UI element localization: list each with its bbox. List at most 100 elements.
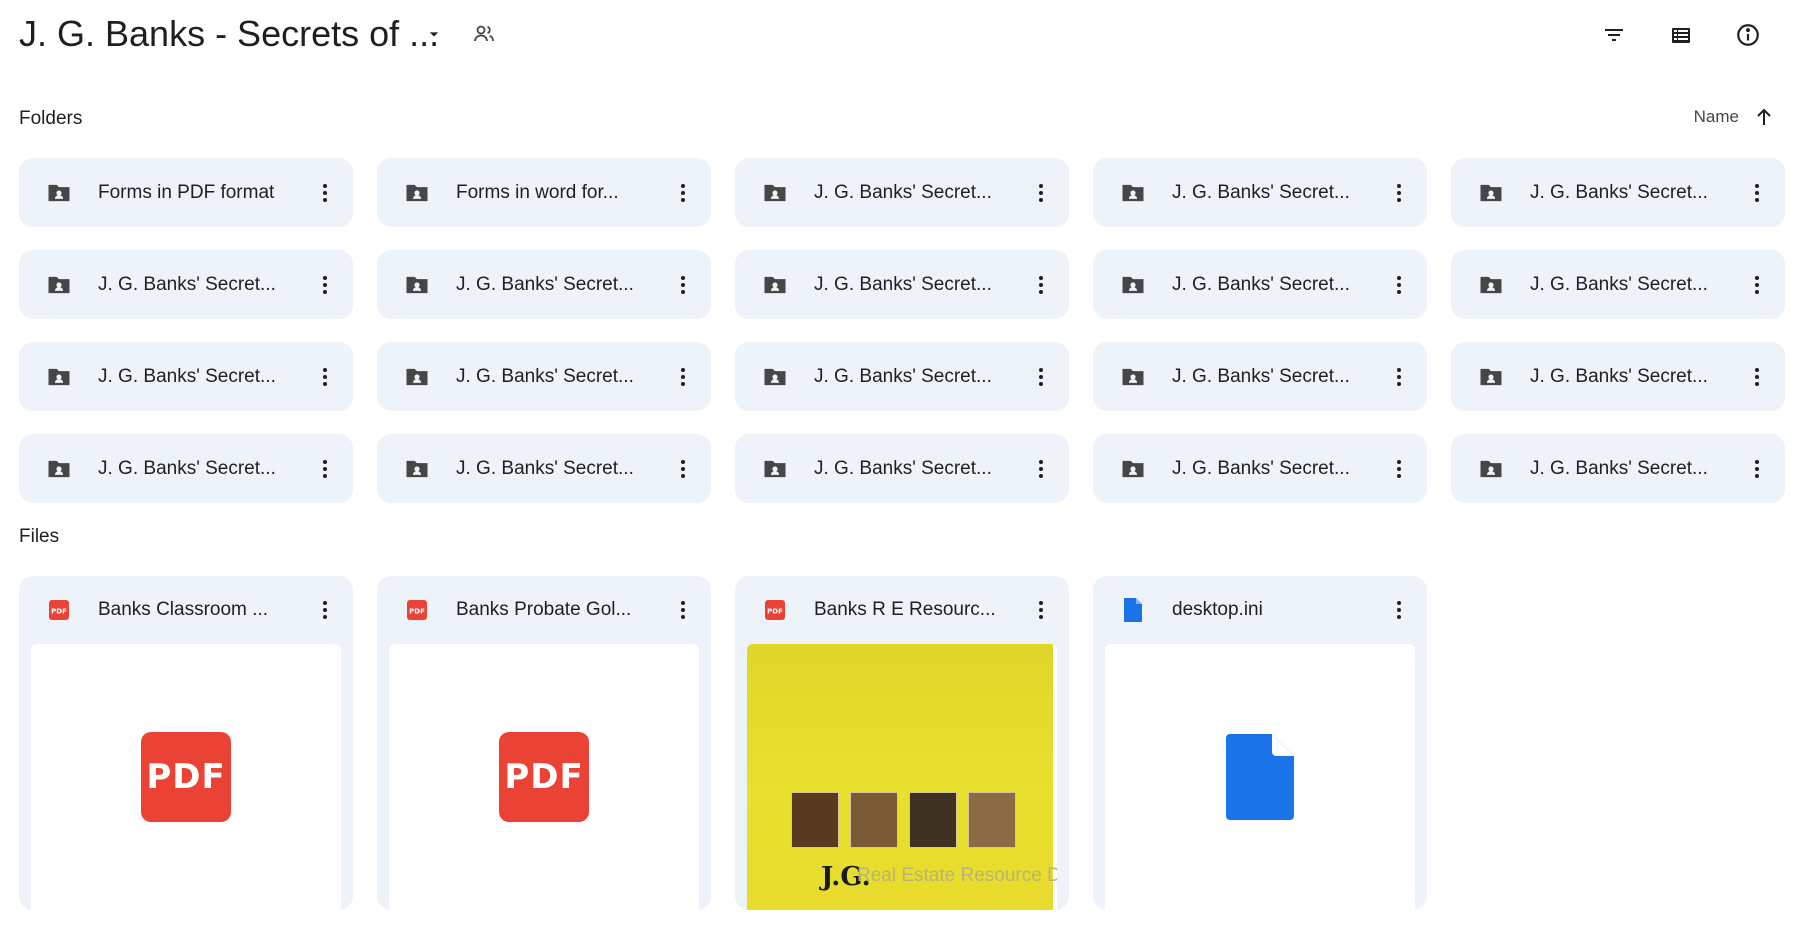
more-actions-button[interactable] [305, 173, 345, 213]
folder-card[interactable]: J. G. Banks' Secret... [19, 434, 353, 503]
list-view-button[interactable] [1660, 14, 1702, 56]
folder-title[interactable]: J. G. Banks - Secrets of ... [19, 12, 439, 56]
more-actions-button[interactable] [1021, 449, 1061, 489]
folder-card[interactable]: J. G. Banks' Secret... [1093, 434, 1427, 503]
shared-folder-icon [1118, 178, 1148, 208]
sort-direction-button[interactable] [1747, 100, 1781, 134]
more-actions-button[interactable] [1737, 449, 1777, 489]
folder-card[interactable]: J. G. Banks' Secret... [1093, 342, 1427, 411]
shared-folder-icon [1476, 454, 1506, 484]
pdf-preview-icon: PDF [499, 732, 589, 822]
people-icon [474, 25, 494, 42]
more-actions-button[interactable] [663, 449, 703, 489]
shared-folder-icon [760, 178, 790, 208]
more-actions-button[interactable] [663, 265, 703, 305]
file-preview[interactable]: J.G.Real Estate Resource Directory [747, 644, 1057, 910]
folder-name: J. G. Banks' Secret... [1530, 181, 1708, 203]
folder-card[interactable]: J. G. Banks' Secret... [1093, 250, 1427, 319]
folder-card[interactable]: J. G. Banks' Secret... [735, 250, 1069, 319]
file-card[interactable]: PDF Banks Probate Gol... PDF [377, 576, 711, 910]
folder-card[interactable]: Forms in PDF format [19, 158, 353, 227]
file-name: Banks Classroom ... [98, 599, 268, 620]
more-actions-button[interactable] [663, 357, 703, 397]
more-vert-icon [1755, 275, 1759, 294]
folders-section-label: Folders [19, 108, 83, 129]
folder-card[interactable]: J. G. Banks' Secret... [19, 342, 353, 411]
file-preview[interactable]: PDF [31, 644, 341, 910]
pdf-icon: PDF [402, 595, 432, 625]
folder-card[interactable]: J. G. Banks' Secret... [735, 342, 1069, 411]
folder-name: J. G. Banks' Secret... [456, 273, 634, 295]
sort-button[interactable]: Name [1694, 100, 1781, 134]
details-button[interactable] [1727, 14, 1769, 56]
folder-card[interactable]: J. G. Banks' Secret... [377, 342, 711, 411]
svg-text:PDF: PDF [767, 608, 783, 616]
file-grid: PDF Banks Classroom ... PDF PDF Banks Pr… [19, 576, 1784, 910]
more-actions-button[interactable] [305, 357, 345, 397]
folder-card[interactable]: J. G. Banks' Secret... [377, 434, 711, 503]
folder-card[interactable]: J. G. Banks' Secret... [1093, 158, 1427, 227]
file-card[interactable]: desktop.ini [1093, 576, 1427, 910]
shared-folder-icon [1118, 362, 1148, 392]
folder-card[interactable]: J. G. Banks' Secret... [377, 250, 711, 319]
file-preview[interactable] [1105, 644, 1415, 910]
folder-card[interactable]: J. G. Banks' Secret... [1451, 250, 1785, 319]
svg-text:PDF: PDF [51, 608, 67, 616]
folder-card[interactable]: J. G. Banks' Secret... [735, 158, 1069, 227]
shared-folder-icon [1118, 270, 1148, 300]
folder-dropdown-button[interactable] [416, 16, 452, 52]
shared-folder-icon [44, 270, 74, 300]
filter-button[interactable] [1593, 14, 1635, 56]
more-actions-button[interactable] [1379, 357, 1419, 397]
more-actions-button[interactable] [1737, 265, 1777, 305]
folder-name: Forms in PDF format [98, 181, 275, 203]
pdf-icon: PDF [44, 595, 74, 625]
more-actions-button[interactable] [1021, 173, 1061, 213]
more-actions-button[interactable] [663, 590, 703, 630]
more-actions-button[interactable] [1379, 590, 1419, 630]
more-vert-icon [1039, 459, 1043, 478]
folder-name: J. G. Banks' Secret... [1530, 273, 1708, 295]
more-actions-button[interactable] [1021, 265, 1061, 305]
file-card-header: PDF Banks Probate Gol... [377, 576, 711, 644]
folder-name: J. G. Banks' Secret... [1172, 365, 1350, 387]
folder-card[interactable]: J. G. Banks' Secret... [19, 250, 353, 319]
more-vert-icon [1039, 601, 1043, 619]
more-actions-button[interactable] [1379, 265, 1419, 305]
file-card[interactable]: PDF Banks Classroom ... PDF [19, 576, 353, 910]
more-vert-icon [1039, 367, 1043, 386]
more-actions-button[interactable] [1379, 449, 1419, 489]
more-actions-button[interactable] [1737, 357, 1777, 397]
more-actions-button[interactable] [1021, 357, 1061, 397]
folder-name: J. G. Banks' Secret... [98, 273, 276, 295]
shared-folder-icon [402, 362, 432, 392]
more-vert-icon [323, 367, 327, 386]
more-vert-icon [681, 275, 685, 294]
thumbnail-photo [909, 792, 957, 848]
more-vert-icon [1755, 367, 1759, 386]
folder-card[interactable]: J. G. Banks' Secret... [1451, 342, 1785, 411]
folder-card[interactable]: Forms in word for... [377, 158, 711, 227]
more-actions-button[interactable] [305, 449, 345, 489]
more-actions-button[interactable] [663, 173, 703, 213]
folder-card[interactable]: J. G. Banks' Secret... [1451, 434, 1785, 503]
more-actions-button[interactable] [1021, 590, 1061, 630]
more-actions-button[interactable] [1737, 173, 1777, 213]
file-card-header: PDF Banks Classroom ... [19, 576, 353, 644]
folder-card[interactable]: J. G. Banks' Secret... [735, 434, 1069, 503]
file-preview[interactable]: PDF [389, 644, 699, 910]
document-icon [1118, 595, 1148, 625]
file-card[interactable]: PDF Banks R E Resourc... J.G. Real Estate… [735, 576, 1069, 910]
thumbnail-photo [968, 792, 1016, 848]
more-actions-button[interactable] [305, 265, 345, 305]
more-actions-button[interactable] [305, 590, 345, 630]
more-vert-icon [323, 601, 327, 619]
sort-label: Name [1693, 107, 1739, 126]
folder-card[interactable]: J. G. Banks' Secret... [1451, 158, 1785, 227]
shared-folder-icon [402, 270, 432, 300]
more-actions-button[interactable] [1379, 173, 1419, 213]
shared-with-button[interactable] [466, 16, 502, 52]
file-name: desktop.ini [1172, 599, 1263, 620]
more-vert-icon [323, 183, 327, 202]
pdf-preview-label: PDF [504, 757, 584, 797]
